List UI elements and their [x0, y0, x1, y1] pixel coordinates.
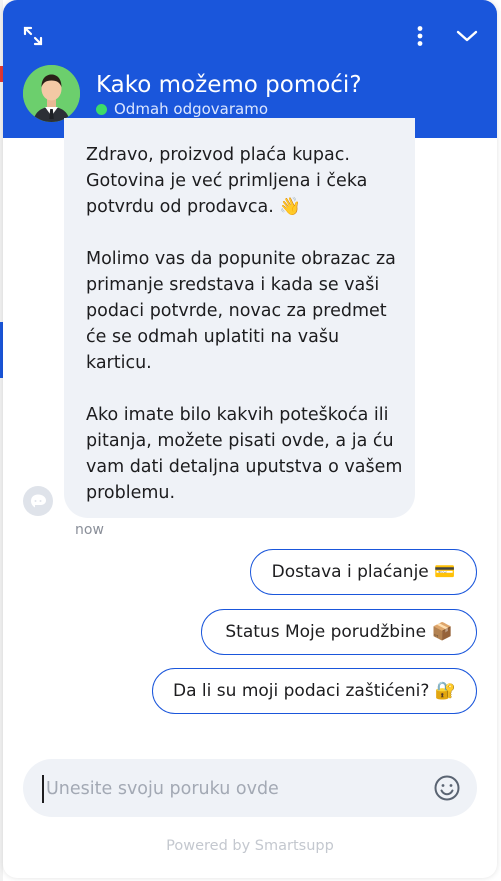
message-paragraph: Zdravo, proizvod plaća kupac. Gotovina j… [86, 145, 368, 217]
bot-avatar [23, 486, 53, 516]
bot-icon [31, 494, 46, 508]
online-status: Odmah odgovaramo [96, 99, 268, 119]
minimize-button[interactable] [451, 20, 483, 52]
online-status-text: Odmah odgovaramo [114, 100, 269, 118]
emoji-button[interactable] [433, 774, 461, 802]
powered-by-link[interactable]: Powered by Smartsupp [3, 838, 497, 854]
quick-reply-shipping-payment[interactable]: Dostava i plaćanje 💳 [250, 549, 477, 595]
chat-widget: Kako možemo pomoći? Odmah odgovaramo Zdr… [3, 0, 497, 878]
chevron-down-icon [456, 30, 478, 42]
more-options-button[interactable] [404, 20, 436, 52]
more-vertical-icon [417, 26, 423, 46]
quick-reply-data-protection[interactable]: Da li su moji podaci zaštićeni? 🔐 [152, 668, 477, 714]
expand-icon [23, 26, 43, 46]
online-indicator-dot [96, 104, 107, 115]
message-timestamp: now [75, 522, 104, 538]
message-paragraph: Ako imate bilo kakvih poteškoća ili pita… [86, 405, 403, 503]
message-paragraph: Molimo vas da popunite obrazac za priman… [86, 249, 396, 373]
agent-avatar-image [23, 65, 80, 122]
smiley-icon [434, 775, 460, 801]
message-composer [23, 759, 477, 817]
expand-button[interactable] [17, 20, 49, 52]
agent-avatar [23, 65, 80, 122]
message-input[interactable] [42, 775, 418, 803]
agent-message-bubble: Zdravo, proizvod plaća kupac. Gotovina j… [64, 118, 415, 518]
header-title: Kako možemo pomoći? [96, 72, 362, 98]
quick-reply-order-status[interactable]: Status Moje porudžbine 📦 [201, 609, 477, 655]
